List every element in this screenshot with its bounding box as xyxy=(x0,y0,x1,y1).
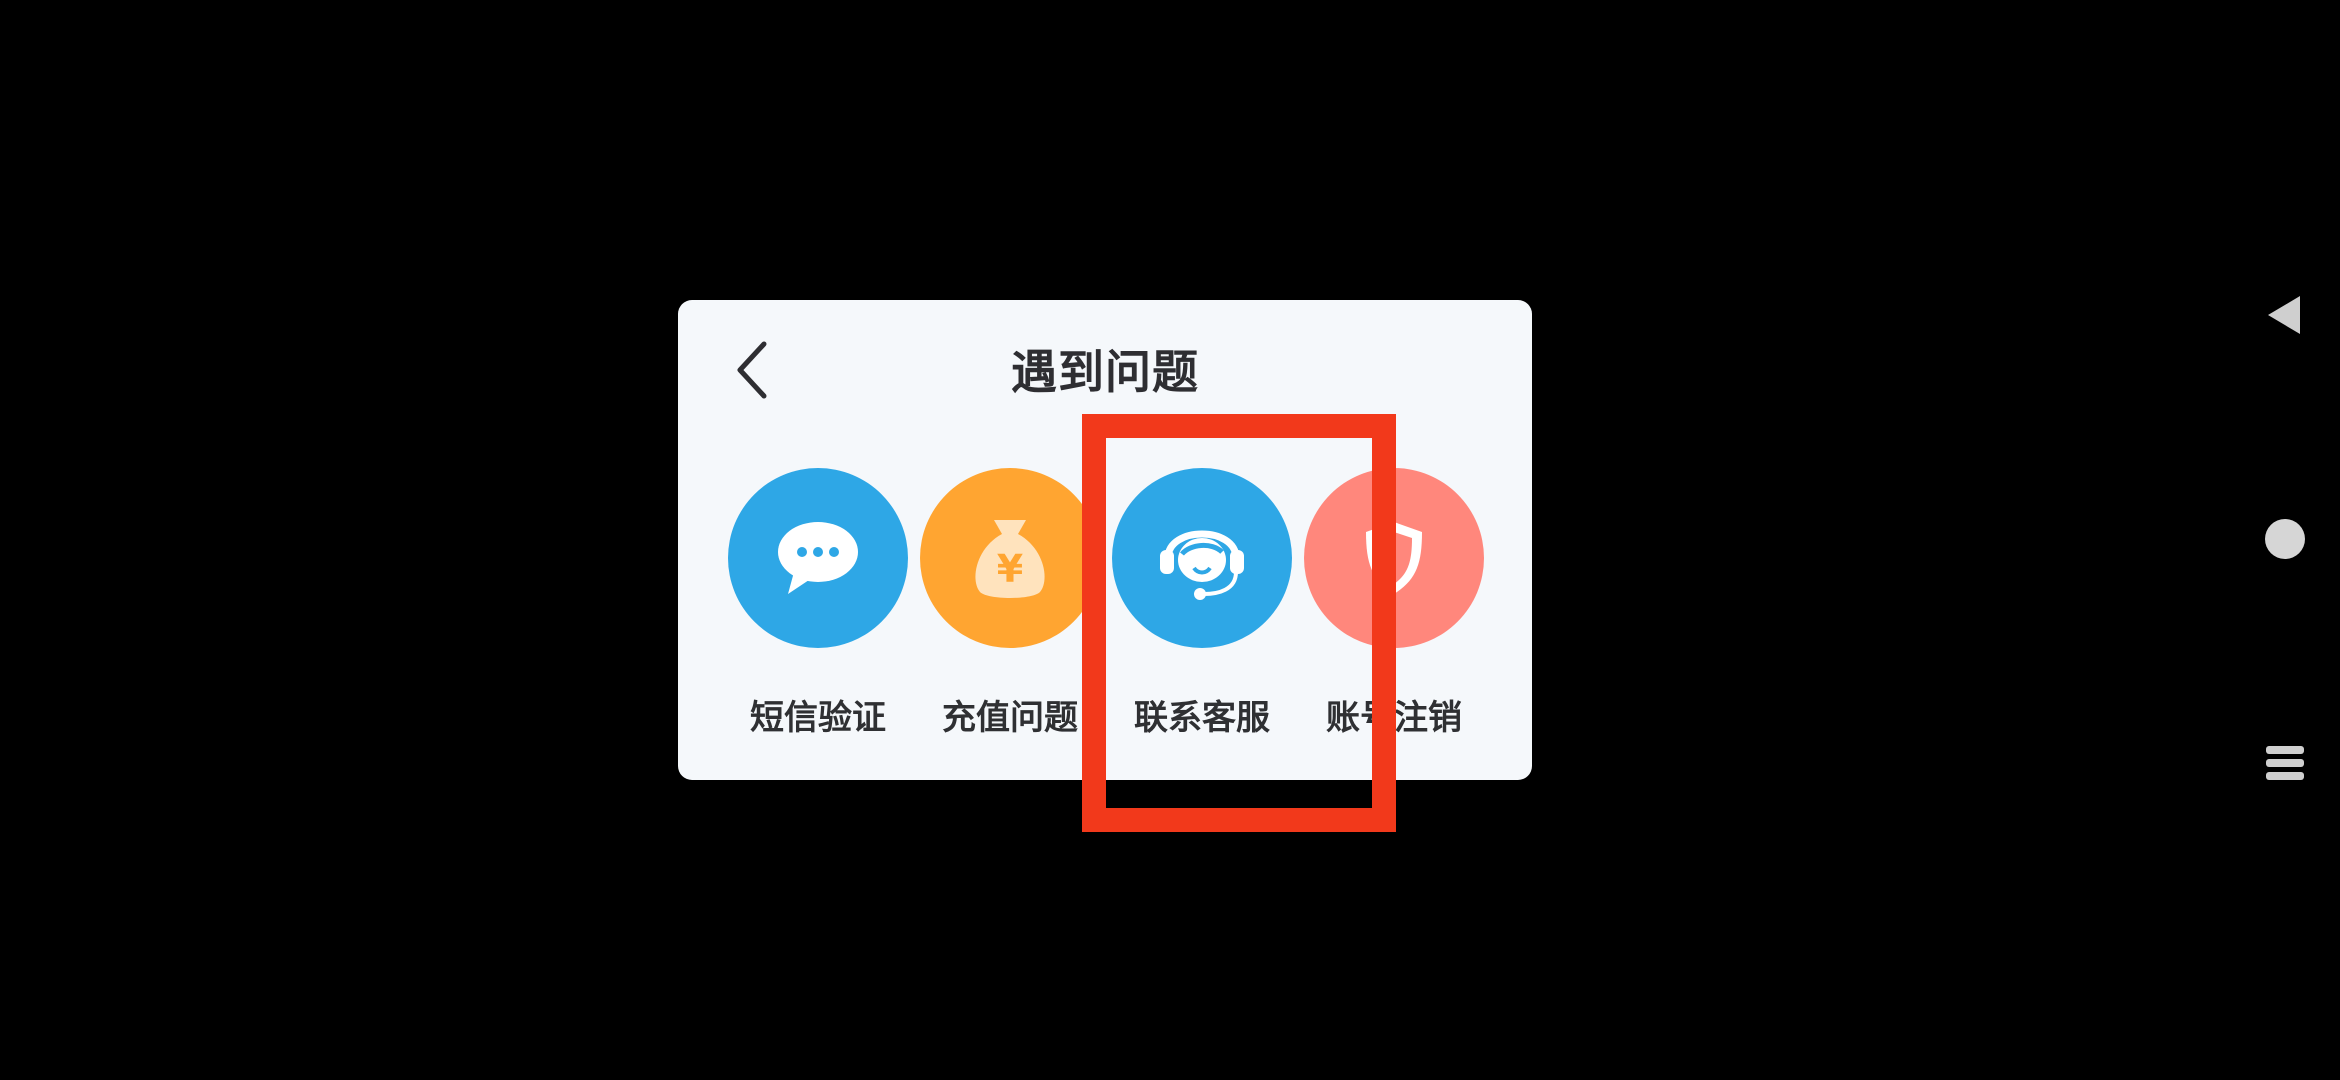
option-icon-circle xyxy=(728,468,908,648)
option-label: 短信验证 xyxy=(750,698,886,738)
option-sms-verification[interactable]: 短信验证 xyxy=(728,468,908,758)
shield-icon xyxy=(1366,522,1422,594)
problem-dialog: 遇到问题 短信验证 ¥ 充值问题 联系客服 账号注销 xyxy=(678,300,1532,780)
option-label: 账号注销 xyxy=(1326,698,1462,738)
chat-bubble-icon xyxy=(778,522,858,594)
option-label: 充值问题 xyxy=(942,698,1078,738)
option-icon-circle xyxy=(1112,468,1292,648)
nav-menu-button[interactable] xyxy=(2260,738,2310,788)
option-icon-circle xyxy=(1304,468,1484,648)
nav-back-button[interactable] xyxy=(2260,290,2310,340)
back-triangle-icon xyxy=(2268,296,2300,334)
home-circle-icon xyxy=(2265,519,2305,559)
option-icon-circle: ¥ xyxy=(920,468,1100,648)
option-account-cancellation[interactable]: 账号注销 xyxy=(1304,468,1484,758)
nav-home-button[interactable] xyxy=(2260,514,2310,564)
svg-text:¥: ¥ xyxy=(997,547,1023,591)
dialog-title: 遇到问题 xyxy=(1011,345,1199,399)
menu-lines-icon xyxy=(2266,746,2304,780)
option-recharge-problem[interactable]: ¥ 充值问题 xyxy=(920,468,1100,758)
screen: 遇到问题 短信验证 ¥ 充值问题 联系客服 账号注销 xyxy=(0,0,2340,1080)
system-navigation-bar xyxy=(2230,0,2340,1080)
money-bag-icon: ¥ xyxy=(975,520,1045,598)
option-label: 联系客服 xyxy=(1134,698,1270,738)
option-contact-customer-service[interactable]: 联系客服 xyxy=(1112,468,1292,758)
customer-service-headset-icon xyxy=(1160,530,1244,600)
